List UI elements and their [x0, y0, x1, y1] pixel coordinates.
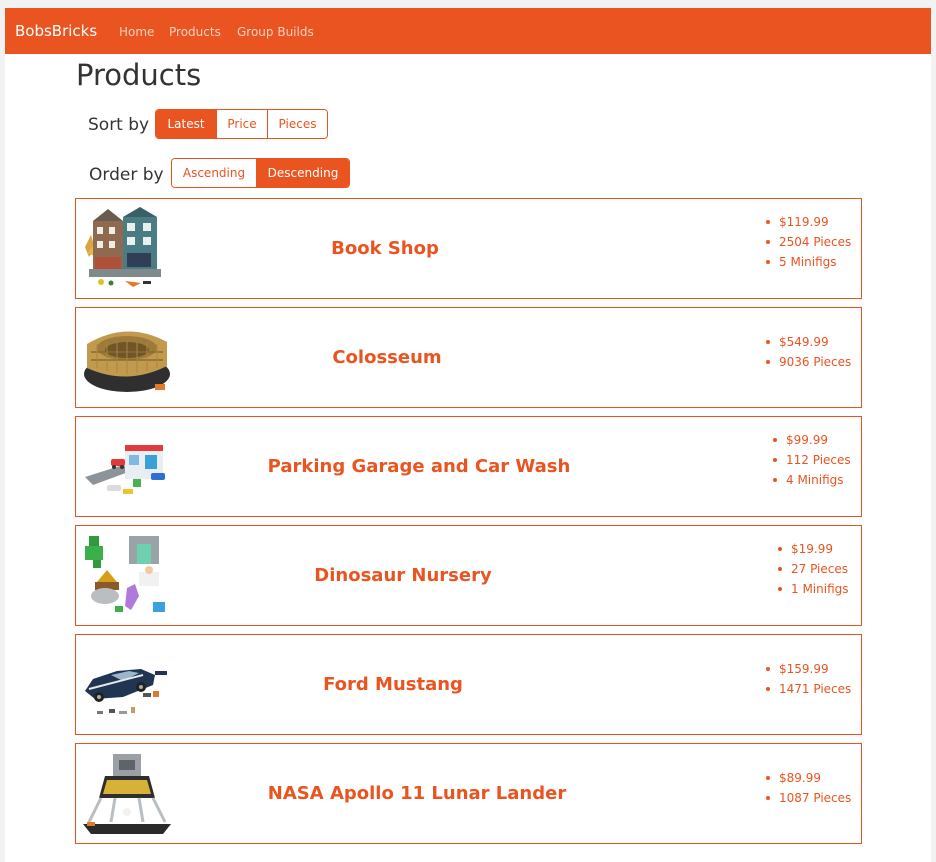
order-descending-button[interactable]: Descending: [257, 159, 349, 187]
sort-latest-button[interactable]: Latest: [156, 110, 217, 138]
product-specs: $99.99 112 Pieces 4 Minifigs: [771, 430, 851, 490]
navbar: BobsBricks Home Products Group Builds: [5, 8, 931, 54]
book-shop-set-image: [85, 207, 161, 287]
product-price: $159.99: [764, 659, 851, 679]
product-card-parking-garage[interactable]: Parking Garage and Car Wash $99.99 112 P…: [75, 416, 862, 517]
product-name: Book Shop: [331, 238, 439, 259]
product-name: NASA Apollo 11 Lunar Lander: [267, 783, 567, 804]
ford-mustang-set-image: [85, 669, 167, 714]
product-pieces: 27 Pieces: [776, 559, 849, 579]
product-pieces: 1087 Pieces: [764, 788, 851, 808]
product-price: $89.99: [764, 768, 851, 788]
sort-button-group: Latest Price Pieces: [155, 109, 328, 139]
colosseum-set-image: [84, 331, 170, 392]
parking-garage-set-image: [85, 445, 165, 494]
product-minifigs: 1 Minifigs: [776, 579, 849, 599]
dinosaur-nursery-set-image: [85, 536, 165, 612]
order-ascending-button[interactable]: Ascending: [172, 159, 257, 187]
product-card-book-shop[interactable]: Book Shop $119.99 2504 Pieces 5 Minifigs: [75, 198, 862, 299]
product-name: Parking Garage and Car Wash: [267, 456, 571, 477]
brand-link[interactable]: BobsBricks: [15, 21, 97, 41]
product-name: Colosseum: [332, 347, 442, 368]
nav-link-products[interactable]: Products: [169, 24, 221, 40]
order-button-group: Ascending Descending: [171, 158, 350, 188]
product-pieces: 112 Pieces: [771, 450, 851, 470]
product-card-lunar-lander[interactable]: NASA Apollo 11 Lunar Lander $89.99 1087 …: [75, 743, 862, 844]
product-specs: $119.99 2504 Pieces 5 Minifigs: [764, 212, 851, 272]
product-name: Dinosaur Nursery: [314, 565, 492, 586]
product-name: Ford Mustang: [323, 674, 463, 695]
product-specs: $89.99 1087 Pieces: [764, 768, 851, 808]
page-title: Products: [76, 58, 202, 92]
product-specs: $549.99 9036 Pieces: [764, 332, 851, 372]
sort-label: Sort by: [88, 115, 150, 135]
product-price: $99.99: [771, 430, 851, 450]
product-specs: $19.99 27 Pieces 1 Minifigs: [776, 539, 849, 599]
product-minifigs: 4 Minifigs: [771, 470, 851, 490]
sort-pieces-button[interactable]: Pieces: [268, 110, 327, 138]
page: BobsBricks Home Products Group Builds Pr…: [5, 8, 931, 862]
product-price: $119.99: [764, 212, 851, 232]
product-price: $549.99: [764, 332, 851, 352]
sort-price-button[interactable]: Price: [217, 110, 268, 138]
product-card-ford-mustang[interactable]: Ford Mustang $159.99 1471 Pieces: [75, 634, 862, 735]
product-card-dinosaur-nursery[interactable]: Dinosaur Nursery $19.99 27 Pieces 1 Mini…: [75, 525, 862, 626]
product-pieces: 2504 Pieces: [764, 232, 851, 252]
product-card-colosseum[interactable]: Colosseum $549.99 9036 Pieces: [75, 307, 862, 408]
product-minifigs: 5 Minifigs: [764, 252, 851, 272]
nav-link-home[interactable]: Home: [119, 24, 154, 40]
product-specs: $159.99 1471 Pieces: [764, 659, 851, 699]
product-pieces: 9036 Pieces: [764, 352, 851, 372]
nav-link-group-builds[interactable]: Group Builds: [237, 24, 314, 40]
product-pieces: 1471 Pieces: [764, 679, 851, 699]
product-price: $19.99: [776, 539, 849, 559]
order-label: Order by: [89, 165, 164, 185]
lunar-lander-set-image: [83, 754, 171, 834]
